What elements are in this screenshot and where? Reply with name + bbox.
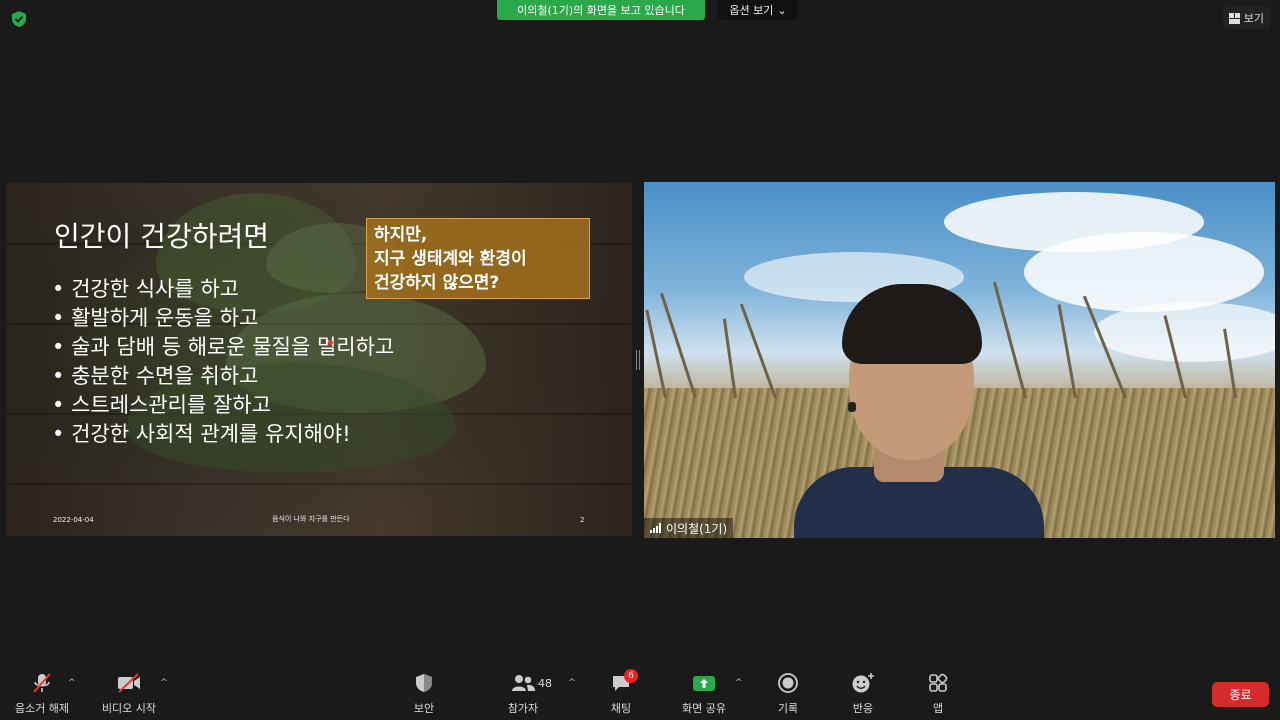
slide-bullet: 건강한 식사를 하고 [52,275,394,304]
participants-icon [508,668,538,698]
callout-line: 지구 생태계와 환경이 [374,249,527,269]
slide-footer-date: 2022-04-04 [53,516,94,524]
callout-line: 건강하지 않으면? [374,273,500,293]
participant-name: 이의철(1기) [666,521,728,536]
participant-name-tag: 이의철(1기) [644,518,734,538]
signal-strength-icon [650,523,661,533]
chat-button[interactable]: 6 채팅 [581,668,661,716]
share-screen-icon [689,668,719,698]
slide-callout-box: 하지만, 지구 생태계와 환경이 건강하지 않으면? [366,218,590,299]
view-options-label: 옵션 보기 [729,4,774,17]
smiley-plus-icon [848,668,878,698]
participants-count: 48 [538,677,552,690]
video-options-caret-icon[interactable]: ^ [160,678,170,688]
callout-line: 하지만, [374,225,428,245]
panel-resize-handle[interactable] [636,350,640,370]
participants-label: 참가자 [507,702,539,715]
audio-options-caret-icon[interactable]: ^ [68,678,78,688]
slide-bullet: 술과 담배 등 해로운 물질을 멀리하고 [52,333,394,362]
slide-page-number: 2 [580,516,585,524]
start-video-label: 비디오 시작 [101,702,157,715]
reactions-button[interactable]: 반응 [823,668,903,716]
view-options-button[interactable]: 옵션 보기 ⌄ [718,0,798,20]
share-options-caret-icon[interactable]: ^ [735,678,745,688]
zoom-window: 이의철(1기)의 화면을 보고 있습니다 옵션 보기 ⌄ 보기 인간이 건강하려… [0,0,1280,720]
grid-view-icon [1228,12,1240,24]
apps-label: 앱 [932,702,944,715]
shared-slide: 인간이 건강하려면 건강한 식사를 하고 활발하게 운동을 하고 술과 담배 등… [6,183,632,536]
slide-title: 인간이 건강하려면 [54,220,269,253]
security-label: 보안 [413,702,435,715]
apps-icon [923,668,953,698]
participants-button[interactable]: 참가자 [483,668,563,716]
slide-bullet: 충분한 수면을 취하고 [52,362,394,391]
slide-footer-title: 음식이 나와 지구를 만든다 [272,515,350,523]
share-screen-label: 화면 공유 [682,702,726,715]
chat-unread-badge: 6 [624,669,638,683]
slide-bullet: 활발하게 운동을 하고 [52,304,394,333]
unmute-button[interactable]: 음소거 해제 [2,668,82,716]
slide-bullet-list: 건강한 식사를 하고 활발하게 운동을 하고 술과 담배 등 해로운 물질을 멀… [52,275,394,449]
layout-view-label: 보기 [1243,12,1264,25]
participant-video[interactable]: 이의철(1기) [644,182,1275,538]
record-button[interactable]: 기록 [748,668,828,716]
end-meeting-button[interactable]: 종료 [1212,682,1269,707]
reactions-label: 반응 [852,702,874,715]
share-screen-button[interactable]: 화면 공유 [664,668,744,716]
video-off-icon [114,668,144,698]
participants-options-caret-icon[interactable]: ^ [568,678,578,688]
security-button[interactable]: 보안 [384,668,464,716]
meeting-toolbar: 음소거 해제 ^ 비디오 시작 ^ 보안 참가자 48 ^ 6 채팅 화면 공유… [0,668,1280,720]
microphone-muted-icon [27,668,57,698]
encryption-shield-icon[interactable] [10,10,28,28]
screen-share-banner: 이의철(1기)의 화면을 보고 있습니다 [497,0,705,20]
shield-icon [409,668,439,698]
slide-bullet: 건강한 사회적 관계를 유지해야! [52,420,394,449]
apps-button[interactable]: 앱 [898,668,978,716]
layout-view-button[interactable]: 보기 [1222,7,1270,29]
chat-bubble-icon: 6 [606,668,638,698]
slide-bullet: 스트레스관리를 잘하고 [52,391,394,420]
unmute-label: 음소거 해제 [14,702,70,715]
start-video-button[interactable]: 비디오 시작 [89,668,169,716]
chat-label: 채팅 [610,702,632,715]
record-icon [773,668,803,698]
laser-pointer-dot [328,340,333,345]
record-label: 기록 [777,702,799,715]
chevron-down-icon: ⌄ [777,3,787,17]
